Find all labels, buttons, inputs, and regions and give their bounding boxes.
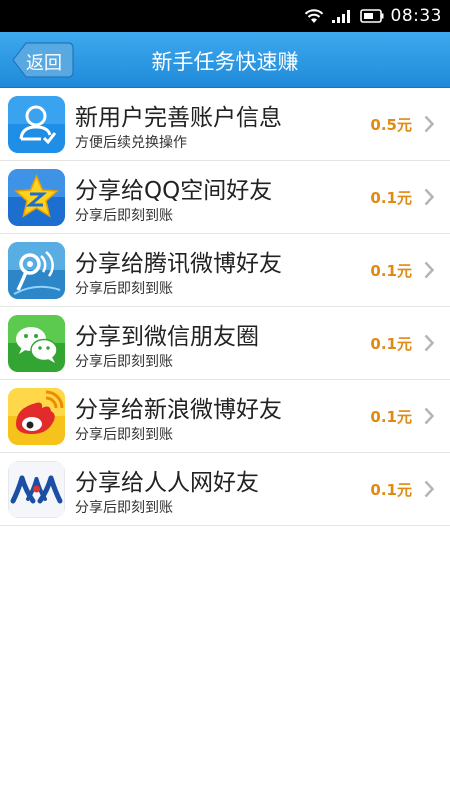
task-subtitle: 方便后续兑换操作	[75, 135, 187, 151]
task-reward: 0.1元	[370, 335, 412, 353]
task-title: 新用户完善账户信息	[75, 105, 282, 131]
chevron-right-icon	[424, 334, 434, 352]
task-row[interactable]: 分享给新浪微博好友 分享后即刻到账 0.1元	[0, 380, 450, 453]
task-subtitle: 分享后即刻到账	[75, 354, 173, 370]
task-row[interactable]: 分享给人人网好友 分享后即刻到账 0.1元	[0, 453, 450, 526]
task-title: 分享给新浪微博好友	[75, 397, 282, 423]
sina-weibo-icon	[8, 388, 65, 445]
chevron-right-icon	[424, 188, 434, 206]
chevron-right-icon	[424, 480, 434, 498]
page-title: 新手任务快速赚	[151, 50, 299, 74]
task-reward: 0.5元	[370, 116, 412, 134]
task-title: 分享给人人网好友	[75, 470, 259, 496]
task-subtitle: 分享后即刻到账	[75, 281, 173, 297]
task-row[interactable]: 分享到微信朋友圈 分享后即刻到账 0.1元	[0, 307, 450, 380]
task-row[interactable]: 分享给腾讯微博好友 分享后即刻到账 0.1元	[0, 234, 450, 307]
task-row[interactable]: 分享给QQ空间好友 分享后即刻到账 0.1元	[0, 161, 450, 234]
user-profile-icon	[8, 96, 65, 153]
battery-icon	[359, 9, 383, 23]
task-subtitle: 分享后即刻到账	[75, 208, 173, 224]
task-title: 分享给腾讯微博好友	[75, 251, 282, 277]
task-subtitle: 分享后即刻到账	[75, 427, 173, 443]
tencent-weibo-icon	[8, 242, 65, 299]
chevron-right-icon	[424, 261, 434, 279]
task-reward: 0.1元	[370, 189, 412, 207]
wechat-moments-icon	[8, 315, 65, 372]
task-reward: 0.1元	[370, 262, 412, 280]
signal-icon	[331, 10, 350, 23]
task-title: 分享给QQ空间好友	[75, 178, 273, 204]
nav-bar: 返回 新手任务快速赚	[0, 32, 450, 88]
wifi-icon	[304, 9, 323, 23]
chevron-right-icon	[424, 407, 434, 425]
task-list: 新用户完善账户信息 方便后续兑换操作 0.5元 分享给QQ空间好友 分享后即刻到…	[0, 88, 450, 526]
task-reward: 0.1元	[370, 481, 412, 499]
renren-icon	[8, 461, 65, 518]
chevron-right-icon	[424, 115, 434, 133]
task-title: 分享到微信朋友圈	[75, 324, 259, 350]
task-subtitle: 分享后即刻到账	[75, 500, 173, 516]
qzone-icon	[8, 169, 65, 226]
task-row[interactable]: 新用户完善账户信息 方便后续兑换操作 0.5元	[0, 88, 450, 161]
status-time: 08:33	[390, 6, 442, 26]
status-bar: 08:33	[0, 0, 450, 32]
task-reward: 0.1元	[370, 408, 412, 426]
